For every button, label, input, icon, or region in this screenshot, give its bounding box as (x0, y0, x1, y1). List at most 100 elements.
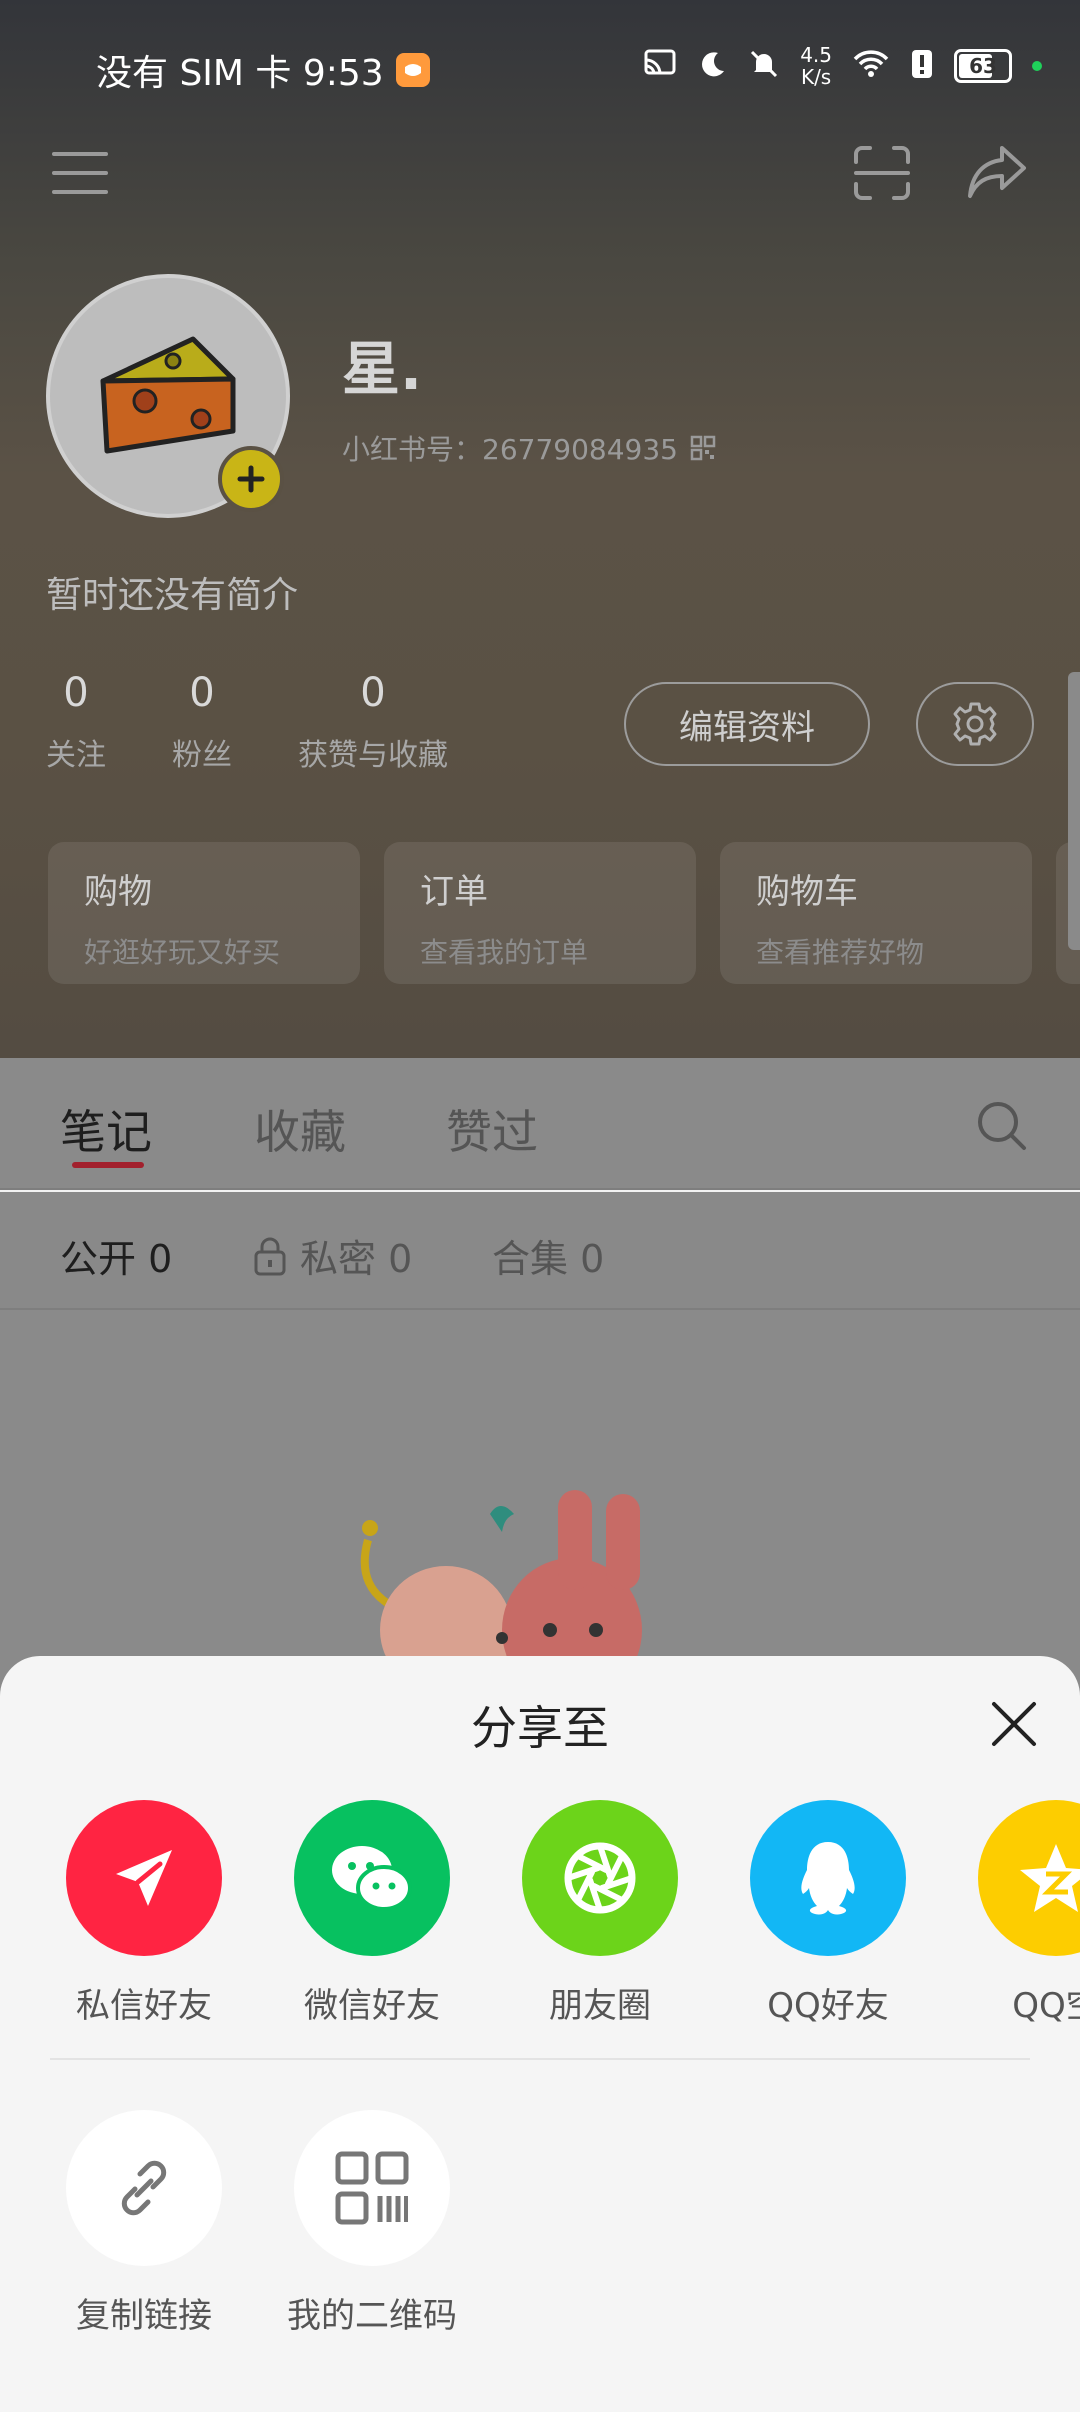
scan-icon[interactable] (852, 144, 912, 202)
share-private-message-circle (66, 1800, 222, 1956)
privacy-indicator-dot (1032, 61, 1042, 71)
tool-label: 复制链接 (76, 2296, 212, 2336)
active-tab-indicator (72, 1162, 144, 1168)
paper-plane-icon (116, 1850, 172, 1906)
nickname: 星. (342, 335, 423, 403)
card-cart[interactable]: 购物车 查看推荐好物 (720, 842, 1032, 984)
card-orders[interactable]: 订单 查看我的订单 (384, 842, 696, 984)
cast-icon (642, 48, 678, 84)
side-scroll-indicator (1068, 672, 1080, 950)
tab-liked[interactable]: 赞过 (446, 1096, 538, 1162)
card-title: 购物 (84, 872, 152, 912)
share-qzone-circle (978, 1800, 1080, 1956)
stat-likes-collects[interactable]: 0 获赞与收藏 (298, 670, 448, 774)
qq-penguin-icon (801, 1842, 855, 1915)
search-icon[interactable] (974, 1098, 1030, 1158)
battery-level: 63 (969, 54, 997, 78)
share-wechat[interactable]: 微信好友 (272, 1800, 472, 2027)
stat-label: 粉丝 (172, 738, 232, 773)
edit-profile-button[interactable]: 编辑资料 (624, 682, 870, 766)
carrier-time: 没有 SIM 卡 9:53 (96, 53, 384, 94)
share-qq-friend[interactable]: QQ好友 (728, 1800, 928, 2027)
share-tools-row: 复制链接 我的二维码 (0, 2110, 1080, 2350)
tab-collections[interactable]: 收藏 (254, 1096, 346, 1162)
battery-indicator: 63 (954, 49, 1012, 83)
share-sheet: 分享至 私信好友 微信好友 朋友圈 QQ好友 QQ 复制链接 我的二维码 (0, 1656, 1080, 2412)
status-right: 4.5 K/s 63 (642, 36, 1042, 96)
subtab-public[interactable]: 公开 0 (60, 1228, 172, 1283)
share-label: QQ好友 (767, 1986, 889, 2026)
stat-following[interactable]: 0 关注 (46, 670, 106, 774)
network-speed: 4.5 K/s (800, 44, 832, 88)
subtab-public-label: 公开 0 (60, 1237, 173, 1281)
share-qq-circle (750, 1800, 906, 1956)
net-speed-unit: K/s (800, 65, 832, 89)
moon-icon (698, 49, 728, 83)
stat-followers[interactable]: 0 粉丝 (172, 670, 232, 774)
wifi-icon (852, 49, 890, 83)
cheese-avatar-icon (100, 336, 236, 454)
red-id-text: 小红书号：26779084935 (342, 433, 678, 466)
qzone-star-icon (1020, 1844, 1080, 1912)
stat-number: 0 (63, 670, 89, 716)
subtab-collection[interactable]: 合集 0 (492, 1228, 604, 1283)
plus-icon (237, 465, 265, 493)
card-shopping[interactable]: 购物 好逛好玩又好买 (48, 842, 360, 984)
net-speed-value: 4.5 (800, 43, 832, 67)
copy-link-circle (66, 2110, 222, 2266)
profile-header: 没有 SIM 卡 9:53 4.5 K/s 63 星. 小红书号：2677908… (0, 0, 1080, 1058)
red-id[interactable]: 小红书号：26779084935 (342, 428, 716, 468)
card-subtitle: 查看推荐好物 (756, 936, 925, 969)
share-qzone[interactable]: QQ空 (956, 1800, 1080, 2027)
menu-icon[interactable] (52, 148, 108, 198)
stat-label: 获赞与收藏 (298, 738, 448, 773)
aperture-icon (564, 1842, 636, 1914)
top-bar (0, 130, 1080, 220)
shortcut-cards: 购物 好逛好玩又好买 订单 查看我的订单 购物车 查看推荐好物 (48, 842, 1032, 984)
stat-number: 0 (189, 670, 215, 716)
empty-state-illustration (360, 1490, 642, 1680)
tab-notes[interactable]: 笔记 (60, 1096, 152, 1162)
mute-bell-icon (748, 48, 780, 84)
status-left: 没有 SIM 卡 9:53 (96, 44, 430, 96)
subtab-collection-label: 合集 0 (492, 1237, 605, 1281)
close-icon[interactable] (988, 1698, 1040, 1754)
settings-button[interactable] (916, 682, 1034, 766)
qr-code-icon (335, 2151, 409, 2225)
note-filter-tabs: 公开 0 私密 0 合集 0 (0, 1192, 1080, 1310)
card-title: 订单 (420, 872, 488, 912)
subtab-private-label: 私密 0 (300, 1237, 413, 1281)
add-avatar-button[interactable] (218, 446, 284, 512)
share-private-message[interactable]: 私信好友 (44, 1800, 244, 2027)
wechat-icon (332, 1846, 412, 1911)
share-moments[interactable]: 朋友圈 (500, 1800, 700, 2027)
share-label: 微信好友 (304, 1986, 440, 2026)
share-icon[interactable] (966, 144, 1028, 200)
tool-label: 我的二维码 (287, 2296, 457, 2336)
alert-icon (910, 48, 934, 84)
share-targets-row: 私信好友 微信好友 朋友圈 QQ好友 QQ (0, 1800, 1080, 2040)
link-icon (121, 2160, 167, 2216)
card-title: 购物车 (756, 872, 858, 912)
my-qr-code-circle (294, 2110, 450, 2266)
card-subtitle: 好逛好玩又好买 (84, 936, 281, 969)
qr-code-icon (690, 435, 716, 461)
stat-number: 0 (360, 670, 386, 716)
share-label: 朋友圈 (549, 1986, 651, 2026)
empty-state-area (0, 1310, 1080, 1710)
profile-page: 没有 SIM 卡 9:53 4.5 K/s 63 星. 小红书号：2677908… (0, 0, 1080, 2412)
my-qr-code-button[interactable]: 我的二维码 (272, 2110, 472, 2337)
bio[interactable]: 暂时还没有简介 (46, 566, 298, 618)
stats-row: 0 关注 0 粉丝 0 获赞与收藏 (46, 670, 514, 774)
notification-app-icon (395, 53, 430, 87)
status-bar: 没有 SIM 卡 9:53 4.5 K/s 63 (0, 0, 1080, 130)
share-label: QQ空 (1012, 1986, 1080, 2026)
stat-label: 关注 (46, 738, 106, 773)
share-label: 私信好友 (76, 1986, 212, 2026)
content-tabs: 笔记 收藏 赞过 (0, 1058, 1080, 1190)
gear-icon (953, 702, 997, 746)
subtab-private[interactable]: 私密 0 (252, 1228, 412, 1283)
share-sheet-title: 分享至 (471, 1701, 609, 1755)
copy-link-button[interactable]: 复制链接 (44, 2110, 244, 2337)
card-subtitle: 查看我的订单 (420, 936, 589, 969)
